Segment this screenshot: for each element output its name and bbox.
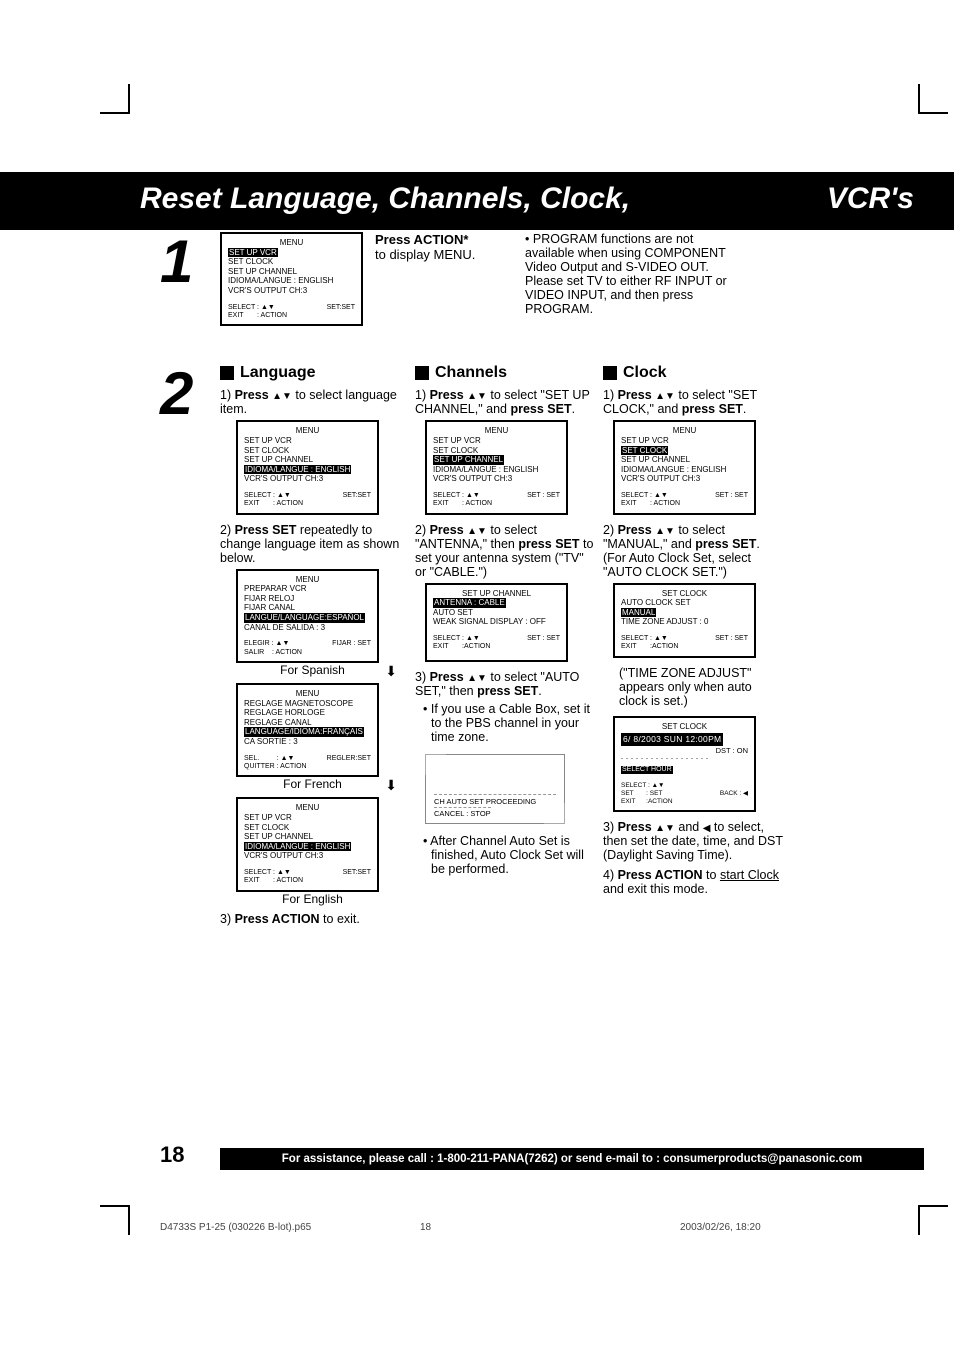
t: DST : ON [621, 746, 748, 755]
t: Press ACTION [618, 868, 703, 882]
t: Press [235, 388, 273, 402]
step-number: 2 [160, 364, 220, 929]
page-title: Reset Language, Channels, Clock, [140, 182, 630, 216]
t: Press [430, 670, 468, 684]
osd-menu: MENUSET UP VCRSET CLOCKSET UP CHANNELIDI… [425, 420, 568, 514]
up-down-icon: ▲▼ [272, 391, 292, 402]
up-down-icon: ▲▼ [655, 823, 675, 834]
t: Press [430, 523, 468, 537]
t: press SET [695, 537, 756, 551]
t: CANCEL : STOP [434, 807, 491, 819]
channels-column: Channels 1) Press ▲▼ to select "SET UP C… [415, 364, 595, 929]
t: 4) [603, 868, 618, 882]
t: Press ACTION [235, 912, 320, 926]
t: 1) [415, 388, 430, 402]
t: Press [430, 388, 468, 402]
crop-mark [100, 1205, 130, 1207]
t: press SET [682, 402, 743, 416]
t: press SET [477, 684, 538, 698]
crop-mark [100, 112, 130, 114]
clock-column: Clock 1) Press ▲▼ to select "SET CLOCK,"… [603, 364, 783, 929]
print-filename: D4733S P1-25 (030226 B-lot).p65 [160, 1222, 420, 1233]
print-page: 18 [420, 1222, 680, 1233]
osd-clock-set: SET CLOCK 6/ 8/2003 SUN 12:00PM DST : ON… [613, 716, 756, 812]
t: Press [618, 523, 656, 537]
step-1: 1 MENUSET UP VCRSET CLOCKSET UP CHANNELI… [160, 232, 924, 334]
osd-menu: MENUPREPARAR VCRFIJAR RELOJFIJAR CANALLA… [236, 569, 379, 663]
t: SELECT : ▲▼ SET : SET EXIT :ACTION [621, 782, 673, 805]
label-english: For English [220, 892, 405, 906]
t: . [538, 684, 541, 698]
t: After Channel Auto Set is finished, Auto… [430, 834, 584, 876]
t: BACK : ◀ [720, 790, 748, 798]
section-heading: Clock [603, 364, 783, 382]
osd-menu: MENUREGLAGE MAGNETOSCOPEREGLAGE HORLOGER… [236, 683, 379, 777]
label: Language [240, 364, 316, 382]
t: Press [618, 388, 656, 402]
up-down-icon: ▲▼ [467, 526, 487, 537]
osd-menu: MENUSET UP VCRSET CLOCKSET UP CHANNELIDI… [613, 420, 756, 514]
t: . [743, 402, 746, 416]
t: 3) [603, 820, 618, 834]
t: Press [618, 820, 656, 834]
step-1-note: • PROGRAM functions are not available wh… [525, 232, 745, 334]
crop-mark [918, 1205, 948, 1207]
label: to display MENU. [375, 247, 475, 262]
note: ("TIME ZONE ADJUST" appears only when au… [603, 666, 783, 708]
page-number: 18 [160, 1142, 184, 1168]
page-title-right: VCR's [827, 182, 914, 216]
language-column: Language 1) Press ▲▼ to select language … [220, 364, 405, 929]
osd-menu: SET UP CHANNELANTENNA : CABLEAUTO SETWEA… [425, 583, 568, 662]
up-down-icon: ▲▼ [467, 391, 487, 402]
osd-menu: MENUSET UP VCRSET CLOCKSET UP CHANNELIDI… [236, 797, 379, 891]
t: 1) [603, 388, 618, 402]
print-info: D4733S P1-25 (030226 B-lot).p65 18 2003/… [160, 1222, 914, 1233]
up-down-icon: ▲▼ [655, 526, 675, 537]
t: and exit this mode. [603, 882, 708, 896]
assistance-bar: For assistance, please call : 1-800-211-… [220, 1148, 924, 1170]
print-date: 2003/02/26, 18:20 [680, 1222, 761, 1233]
crop-mark [918, 112, 948, 114]
osd-menu: MENUSET UP VCRSET CLOCKSET UP CHANNELIDI… [220, 232, 363, 326]
t: 2) [603, 523, 618, 537]
t: CH AUTO SET PROCEEDING [434, 794, 556, 807]
label-spanish: For Spanish [220, 663, 405, 677]
t: press SET [510, 402, 571, 416]
osd-tv-screen: CH AUTO SET PROCEEDING CANCEL : STOP [425, 754, 565, 824]
step-number: 1 [160, 232, 220, 334]
page-title-bar: Reset Language, Channels, Clock, VCR's [0, 172, 954, 230]
up-down-icon: ▲▼ [655, 391, 675, 402]
osd-menu: MENUSET UP VCRSET CLOCKSET UP CHANNELIDI… [236, 420, 379, 514]
t: 2) [220, 523, 235, 537]
t: If you use a Cable Box, set it to the PB… [431, 702, 590, 744]
text: PROGRAM functions are not available when… [525, 232, 727, 316]
step-2: 2 Language 1) Press ▲▼ to select languag… [160, 364, 924, 929]
t: and [675, 820, 703, 834]
t: to [703, 868, 720, 882]
t: Press SET [235, 523, 297, 537]
t: press SET [518, 537, 579, 551]
section-heading: Channels [415, 364, 595, 382]
t: 3) [415, 670, 430, 684]
t: SET CLOCK [621, 722, 748, 732]
t: 1) [220, 388, 235, 402]
label: Press ACTION* [375, 232, 468, 247]
label-french: For French [220, 777, 405, 791]
up-down-icon: ▲▼ [467, 673, 487, 684]
t: 3) [220, 912, 235, 926]
label: Channels [435, 364, 507, 382]
t: to exit. [320, 912, 360, 926]
osd-menu: SET CLOCKAUTO CLOCK SETMANUALTIME ZONE A… [613, 583, 756, 658]
t: start Clock [720, 868, 779, 882]
section-heading: Language [220, 364, 405, 382]
label: Clock [623, 364, 667, 382]
step-1-instruction: Press ACTION* to display MENU. [375, 232, 505, 334]
t: 2) [415, 523, 430, 537]
t: 6/ 8/2003 SUN 12:00PM [621, 733, 723, 745]
t: SELECT HOUR [621, 766, 673, 774]
t: . [572, 402, 575, 416]
